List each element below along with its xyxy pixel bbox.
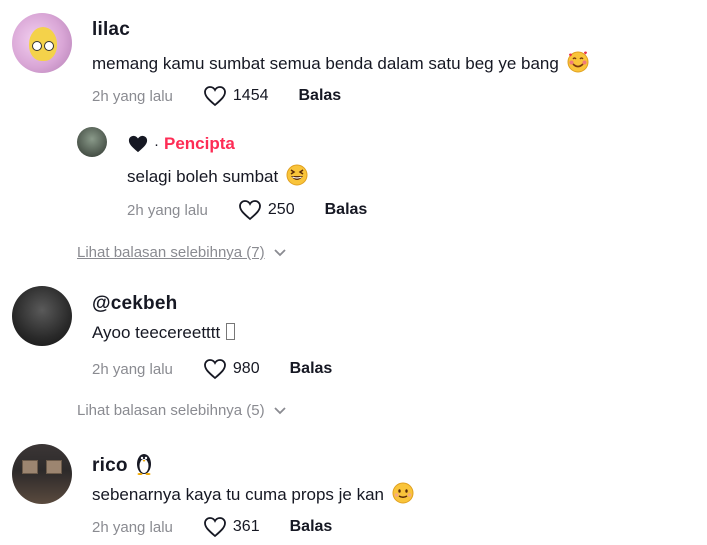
slightly-smiling-face-icon <box>392 482 414 509</box>
reply-button[interactable]: Balas <box>290 360 333 378</box>
comment-text-body: sebenarnya kaya tu cuma props je kan <box>92 484 385 504</box>
comment-text-body: memang kamu sumbat semua benda dalam sat… <box>92 53 559 73</box>
avatar-eye <box>44 41 54 51</box>
reply-button[interactable]: Balas <box>325 201 368 219</box>
like-count: 980 <box>232 360 260 377</box>
comment-username-row: rico <box>92 451 154 481</box>
comment-time: 2h yang lalu <box>92 518 173 536</box>
avatar[interactable] <box>12 444 72 504</box>
like-button[interactable]: 361 <box>203 516 260 538</box>
heart-icon[interactable] <box>238 199 262 221</box>
view-more-label[interactable]: Lihat balasan selebihnya (7) <box>77 244 265 261</box>
smiling-face-with-hearts-icon <box>567 51 589 78</box>
reply-button[interactable]: Balas <box>299 87 342 105</box>
comment-time: 2h yang lalu <box>92 360 173 378</box>
avatar[interactable] <box>77 127 107 157</box>
penguin-icon <box>134 451 154 481</box>
view-more-replies[interactable]: Lihat balasan selebihnya (7) <box>77 244 287 261</box>
like-button[interactable]: 980 <box>203 358 260 380</box>
like-button[interactable]: 250 <box>238 199 295 221</box>
like-count: 361 <box>232 518 260 535</box>
avatar[interactable] <box>12 13 72 73</box>
heart-icon[interactable] <box>203 358 227 380</box>
creator-badge: Pencipta <box>164 134 235 153</box>
avatar-face <box>29 27 57 61</box>
like-count: 1454 <box>232 87 269 104</box>
reply-text: selagi boleh sumbat <box>127 164 308 191</box>
comment-text: Ayoo teecereetttt <box>92 323 236 343</box>
avatar-eye <box>32 41 42 51</box>
comment-text-body: Ayoo teecereetttt <box>92 323 221 342</box>
comment-text: memang kamu sumbat semua benda dalam sat… <box>92 51 589 78</box>
avatar-frame <box>22 460 38 474</box>
chevron-down-icon[interactable] <box>273 406 287 416</box>
separator-dot: · <box>154 135 159 153</box>
avatar-frame <box>46 460 62 474</box>
comment-username[interactable]: lilac <box>92 19 130 41</box>
comment-text: sebenarnya kaya tu cuma props je kan <box>92 482 414 509</box>
reply-meta: 2h yang lalu 250 Balas <box>127 199 367 221</box>
comment-time: 2h yang lalu <box>92 87 173 105</box>
reply-time: 2h yang lalu <box>127 201 208 219</box>
comment-username[interactable]: rico <box>92 455 128 477</box>
grinning-squinting-face-icon <box>286 164 308 191</box>
comment-meta: 2h yang lalu 980 Balas <box>92 358 332 380</box>
missing-glyph-icon <box>226 323 236 340</box>
heart-icon[interactable] <box>203 85 227 107</box>
avatar[interactable] <box>12 286 72 346</box>
comment-meta: 2h yang lalu 361 Balas <box>92 516 332 538</box>
reply-button[interactable]: Balas <box>290 518 333 536</box>
black-heart-icon <box>128 135 148 153</box>
heart-icon[interactable] <box>203 516 227 538</box>
view-more-label[interactable]: Lihat balasan selebihnya (5) <box>77 402 265 419</box>
reply-text-body: selagi boleh sumbat <box>127 166 279 186</box>
like-count: 250 <box>267 201 295 218</box>
like-button[interactable]: 1454 <box>203 85 269 107</box>
view-more-replies[interactable]: Lihat balasan selebihnya (5) <box>77 402 287 419</box>
comment-username[interactable]: @cekbeh <box>92 293 177 315</box>
chevron-down-icon[interactable] <box>273 248 287 258</box>
comment-meta: 2h yang lalu 1454 Balas <box>92 85 341 107</box>
reply-header: · Pencipta <box>127 134 235 154</box>
